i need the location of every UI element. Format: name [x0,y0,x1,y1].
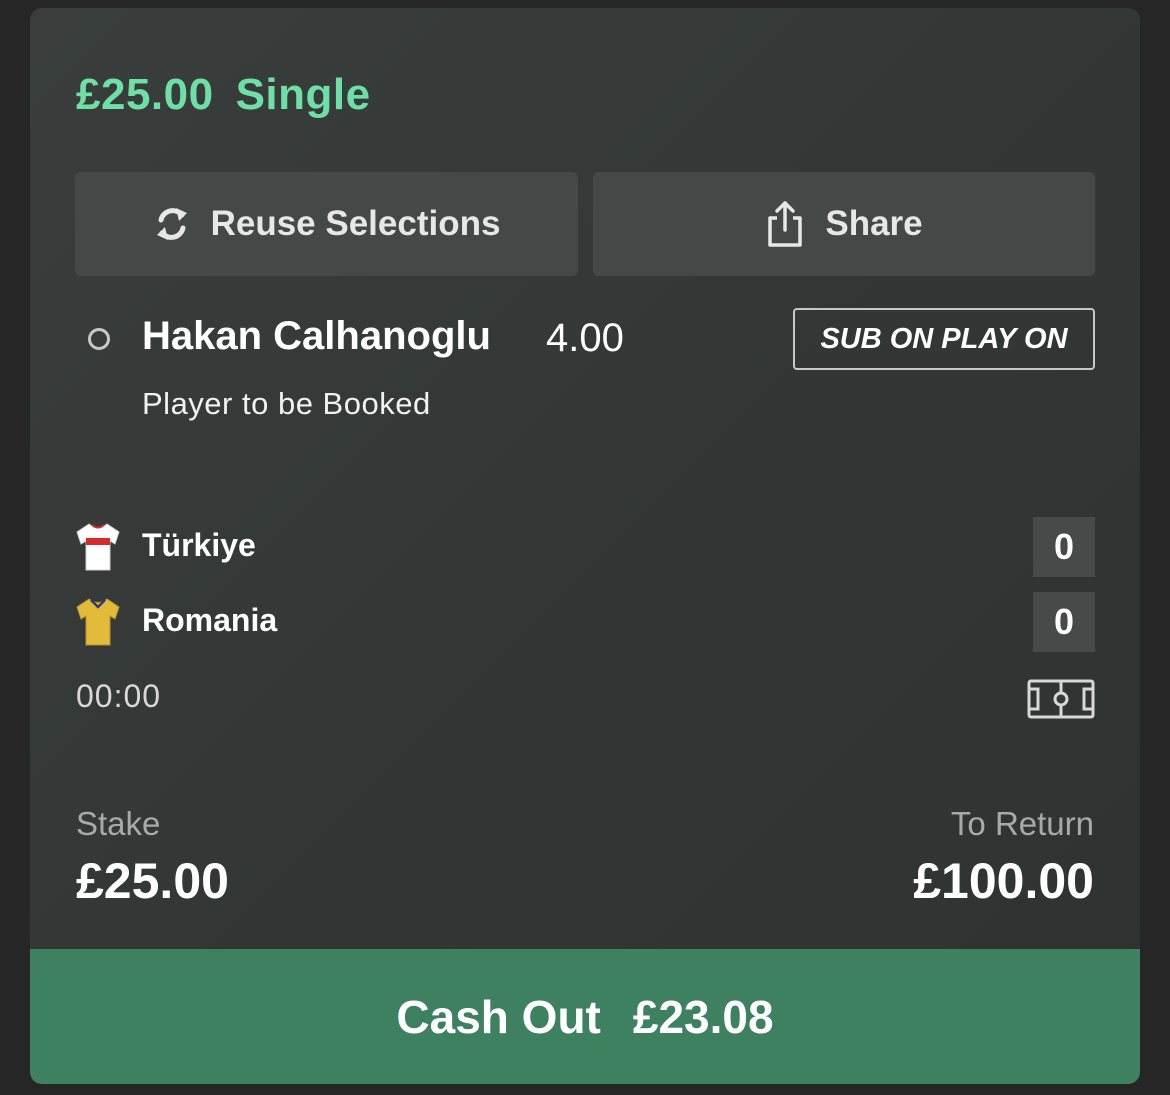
home-team-row: Türkiye 0 [75,517,1095,577]
cash-out-amount: £23.08 [632,990,774,1043]
bet-stake-heading: £25.00 [76,70,214,119]
share-icon [765,200,805,248]
cash-out-button[interactable]: Cash Out £23.08 [30,949,1140,1084]
bet-type: Single [235,70,371,119]
bet-card: £25.00 Single Reuse Selections Share Haka… [30,8,1140,1084]
cash-out-label: Cash Out [396,990,601,1043]
market-name: Player to be Booked [142,386,431,421]
pitch-icon[interactable] [1027,679,1095,724]
home-team-name: Türkiye [142,527,256,563]
white-red-shirt-icon [75,522,121,577]
bet-header: £25.00 Single [76,70,371,120]
yellow-shirt-icon [75,597,121,652]
match-clock: 00:00 [76,678,162,714]
away-team-name: Romania [142,602,278,638]
to-return-label: To Return [950,805,1094,842]
stake-label: Stake [76,805,161,842]
stake-value: £25.00 [76,853,229,909]
refresh-icon [153,204,191,244]
share-label: Share [825,204,923,243]
home-team-score: 0 [1033,517,1095,577]
share-button[interactable]: Share [593,172,1095,276]
promo-badge: SUB ON PLAY ON [793,308,1095,370]
away-team-row: Romania 0 [75,592,1095,652]
reuse-selections-button[interactable]: Reuse Selections [75,172,578,276]
selection-name: Hakan Calhanoglu [142,314,491,358]
to-return-value: £100.00 [913,853,1094,909]
reuse-selections-label: Reuse Selections [210,204,501,243]
selection-odds: 4.00 [546,316,624,360]
selection-status-indicator [88,328,110,350]
away-team-score: 0 [1033,592,1095,652]
